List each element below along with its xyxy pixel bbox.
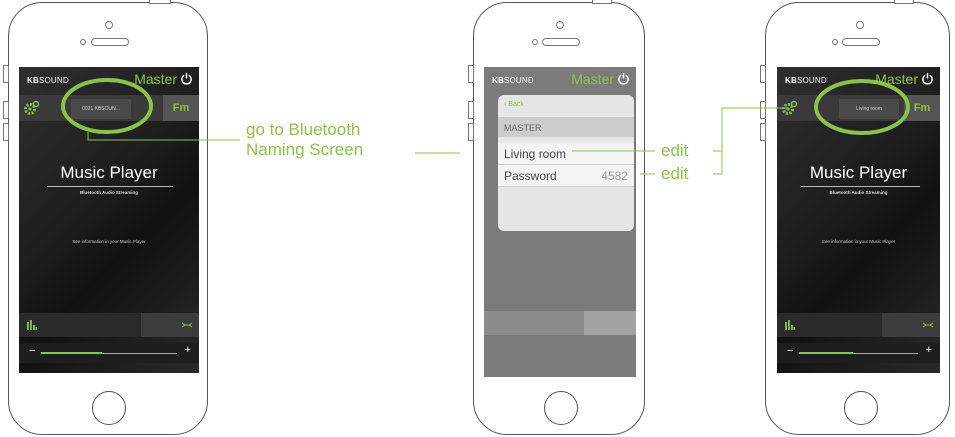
highlight-ring-right	[814, 79, 910, 135]
annotation-edit-1: edit	[661, 141, 689, 160]
annotation-line-1: go to Bluetooth	[246, 120, 361, 139]
annotation-line-2: Naming Screen	[246, 140, 364, 159]
annotation-go-to: go to Bluetooth Naming Screen	[246, 120, 363, 160]
highlight-ring-left	[61, 78, 153, 134]
bracket-right	[713, 107, 788, 152]
bracket-right-lower	[713, 151, 723, 175]
annotation-overlay	[61, 78, 910, 175]
annotation-edit-2: edit	[661, 164, 689, 183]
